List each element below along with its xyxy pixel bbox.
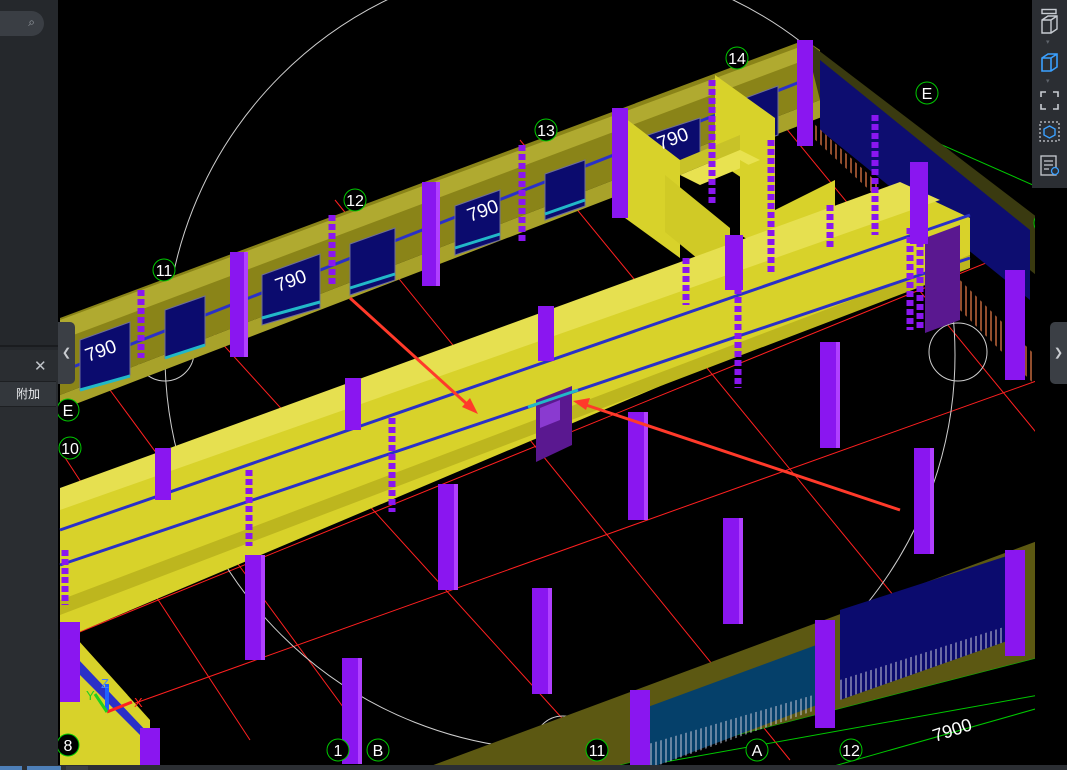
- panel-divider: [0, 345, 58, 347]
- axis-marker: 8: [58, 733, 80, 757]
- search-icon[interactable]: ⌕: [28, 15, 35, 30]
- axis-marker: 10: [58, 436, 82, 460]
- collapse-left-icon[interactable]: ❮: [58, 322, 75, 384]
- gizmo-y-label: Y: [86, 688, 95, 703]
- 3d-box-blue-icon[interactable]: [1037, 50, 1062, 75]
- 3d-viewport[interactable]: 790 790 790 790 11 12 13 14 E D B A 10 E…: [58, 0, 1035, 765]
- svg-text:A: A: [752, 743, 763, 760]
- axis-marker: 11: [585, 738, 609, 762]
- close-icon[interactable]: ✕: [34, 357, 47, 375]
- bottom-tab[interactable]: [66, 766, 88, 770]
- append-button[interactable]: 附加: [0, 381, 56, 407]
- svg-text:B: B: [373, 743, 384, 760]
- svg-text:E: E: [63, 403, 74, 420]
- svg-text:14: 14: [728, 51, 746, 68]
- svg-text:13: 13: [537, 123, 555, 140]
- search-box[interactable]: ⌕: [0, 11, 44, 36]
- view-cube-icon[interactable]: [1037, 0, 1062, 15]
- svg-text:E: E: [922, 86, 933, 103]
- svg-text:11: 11: [589, 743, 606, 760]
- gizmo-x-label: X: [134, 695, 143, 710]
- svg-text:10: 10: [61, 441, 79, 458]
- collapse-right-icon[interactable]: ❯: [1050, 322, 1067, 384]
- axis-marker: 1: [326, 738, 350, 762]
- axis-marker: E: [915, 81, 939, 105]
- svg-text:1: 1: [334, 743, 343, 760]
- toolbar-separator: ▾: [1046, 78, 1050, 85]
- axis-marker: 11: [152, 258, 176, 282]
- 3d-box-icon[interactable]: [1037, 12, 1062, 37]
- dimension-label: 7900: [930, 714, 974, 745]
- svg-text:8: 8: [64, 738, 73, 755]
- orbit-handle[interactable]: [928, 322, 988, 382]
- axis-marker: E: [58, 398, 80, 422]
- view-toolbar: ▾ ▾: [1032, 0, 1067, 188]
- axis-marker: 12: [839, 738, 863, 762]
- axis-marker: 13: [534, 118, 558, 142]
- bottom-tab[interactable]: [0, 766, 22, 770]
- svg-text:11: 11: [156, 263, 173, 280]
- axis-marker: 14: [725, 46, 749, 70]
- axis-marker: A: [745, 738, 769, 762]
- toolbar-separator: ▾: [1046, 39, 1050, 46]
- left-panel: ⌕ ✕ 附加: [0, 0, 58, 770]
- properties-icon[interactable]: [1037, 153, 1062, 178]
- status-bar: [0, 765, 1067, 770]
- sub-panel: [0, 350, 58, 770]
- fullscreen-icon[interactable]: [1037, 88, 1062, 113]
- svg-text:12: 12: [346, 193, 364, 210]
- axis-marker: 12: [343, 188, 367, 212]
- select-box-icon[interactable]: [1037, 119, 1062, 144]
- svg-text:12: 12: [842, 743, 860, 760]
- bottom-tab[interactable]: [27, 766, 61, 770]
- axis-marker: B: [366, 738, 390, 762]
- gizmo-z-label: Z: [101, 676, 109, 691]
